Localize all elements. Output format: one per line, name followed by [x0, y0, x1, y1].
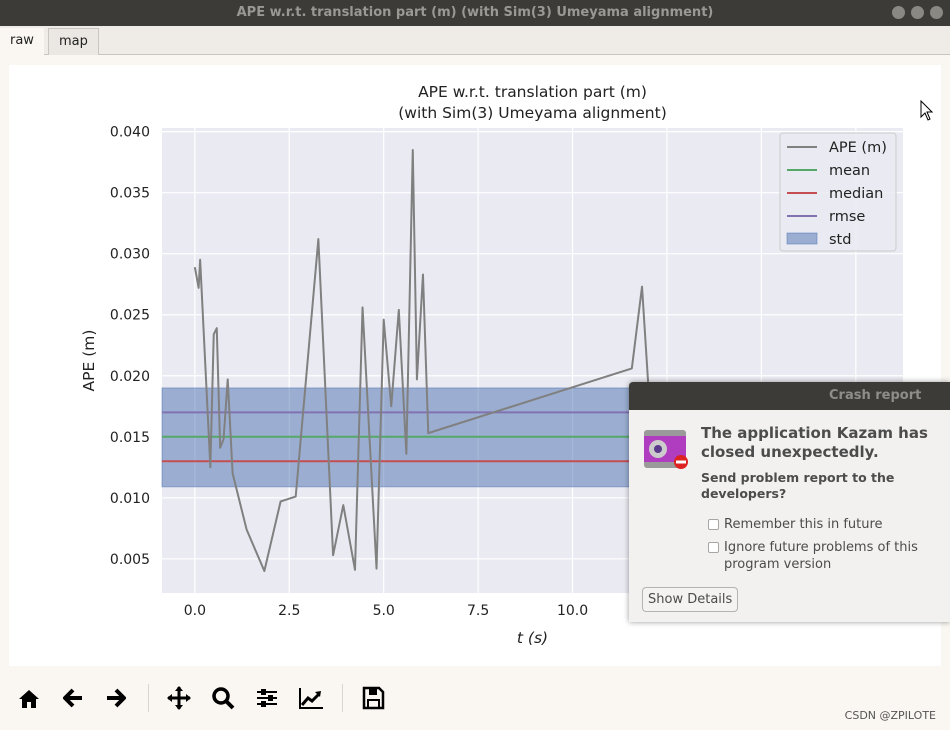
legend-label: mean [829, 163, 870, 179]
edit-axis-curve-icon[interactable] [297, 684, 325, 712]
y-tick-label: 0.010 [110, 491, 150, 507]
x-axis-label: t (s) [517, 629, 548, 647]
chart-title: APE w.r.t. translation part (m) [418, 83, 647, 101]
checkbox-box[interactable] [708, 519, 719, 530]
y-axis-label: APE (m) [80, 330, 98, 392]
dialog-title: Crash report [629, 382, 950, 410]
configure-subplots-icon[interactable] [253, 684, 281, 712]
checkbox-box[interactable] [708, 542, 719, 553]
toolbar-separator [148, 684, 149, 712]
y-tick-label: 0.025 [110, 308, 150, 324]
x-tick-label: 5.0 [373, 603, 395, 619]
kazam-app-icon [644, 430, 688, 469]
toolbar-separator [342, 684, 343, 712]
legend-swatch-std [786, 232, 818, 245]
save-floppy-icon[interactable] [359, 684, 387, 712]
dialog-body: The application Kazam has closed unexpec… [629, 410, 950, 573]
maximize-button[interactable] [911, 6, 924, 19]
window-titlebar: APE w.r.t. translation part (m) (with Si… [0, 0, 950, 26]
y-tick-label: 0.040 [110, 125, 150, 141]
zoom-magnifier-icon[interactable] [209, 684, 237, 712]
remember-checkbox[interactable]: Remember this in future [708, 516, 942, 533]
dialog-options: Remember this in future Ignore future pr… [701, 516, 942, 573]
watermark: CSDN @ZPILOTE [844, 709, 936, 722]
chart-subtitle: (with Sim(3) Umeyama alignment) [398, 104, 667, 122]
legend-label: std [829, 232, 851, 248]
y-tick-label: 0.015 [110, 430, 150, 446]
y-tick-label: 0.035 [110, 186, 150, 202]
tab-raw[interactable]: raw [0, 28, 44, 56]
legend-label: APE (m) [829, 140, 887, 156]
show-details-button[interactable]: Show Details [642, 587, 739, 612]
pan-move-icon[interactable] [165, 684, 193, 712]
legend-label: rmse [829, 209, 865, 225]
legend-label: median [829, 186, 883, 202]
crash-report-dialog: Crash report The application Kazam has c… [629, 382, 950, 622]
ignore-label: Ignore future problems of this program v… [724, 540, 918, 572]
minimize-button[interactable] [892, 6, 905, 19]
mouse-cursor-icon [920, 100, 934, 121]
home-icon[interactable] [15, 684, 43, 712]
x-tick-label: 0.0 [184, 603, 206, 619]
y-tick-label: 0.030 [110, 247, 150, 263]
y-tick-label: 0.005 [110, 552, 150, 568]
y-tick-label: 0.020 [110, 369, 150, 385]
dialog-subheading: Send problem report to the developers? [701, 470, 895, 501]
tab-map[interactable]: map [48, 28, 99, 55]
window-title: APE w.r.t. translation part (m) (with Si… [236, 5, 714, 20]
x-tick-label: 10.0 [557, 603, 588, 619]
x-tick-label: 2.5 [278, 603, 300, 619]
tab-bar: raw map [0, 26, 950, 56]
forward-arrow-icon[interactable] [102, 684, 130, 712]
close-button[interactable] [930, 6, 943, 19]
navigation-toolbar [0, 680, 450, 716]
ignore-checkbox[interactable]: Ignore future problems of this program v… [708, 539, 942, 573]
x-tick-label: 7.5 [467, 603, 489, 619]
back-arrow-icon[interactable] [59, 684, 87, 712]
remember-label: Remember this in future [724, 517, 883, 532]
dialog-heading: The application Kazam has closed unexpec… [701, 424, 928, 461]
